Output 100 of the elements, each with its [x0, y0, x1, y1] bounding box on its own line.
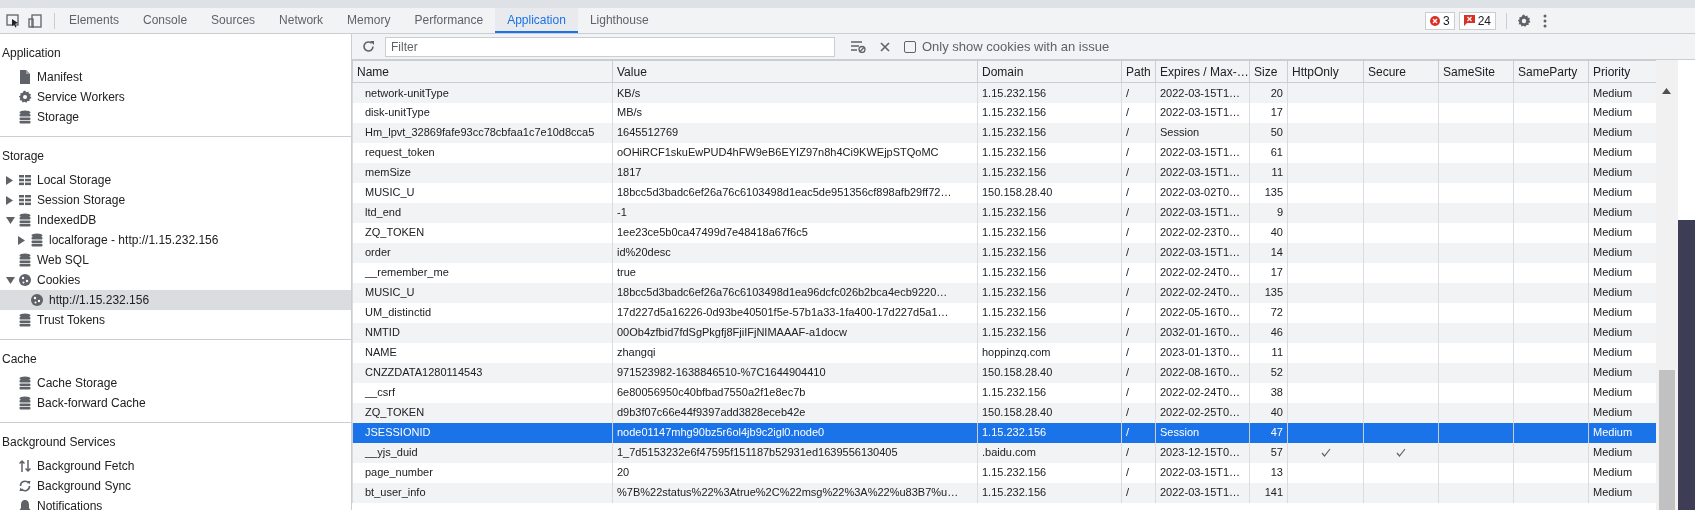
tree-item[interactable]: Manifest: [0, 67, 351, 87]
grid-icon: [18, 173, 32, 187]
table-row[interactable]: request_token oOHiRCF1skuEwPUD4hFW9eB6EYIZ97n8h4Ci9KWEjpSTQoMC 1.15.232.156 / 2022-03-15T1… 61 Medium: [352, 142, 1656, 163]
table-cell: ltd_end: [352, 202, 613, 223]
table-cell: /: [1121, 142, 1156, 163]
more-options-icon[interactable]: [1543, 13, 1547, 28]
tree-item[interactable]: Trust Tokens: [0, 310, 351, 330]
tab[interactable]: Memory: [335, 8, 403, 33]
table-row[interactable]: NMTID 00Ob4zfbid7fdSgPkgfj8FjiIFjNIMAAAF-a1docw 1.15.232.156 / 2032-01-16T0… 46 Medium: [352, 322, 1656, 343]
table-row[interactable]: NAME zhangqi hoppinzq.com / 2023-01-13T0… 11 Medium: [352, 342, 1656, 363]
issues-counter[interactable]: 24: [1458, 11, 1496, 30]
tree-item[interactable]: Session Storage: [0, 190, 351, 210]
tree-item[interactable]: Web SQL: [0, 250, 351, 270]
table-row[interactable]: UM_distinctid 17d227d5a16226-0d93be40501f5e-57b1a33-1fa400-17d227d5a1… 1.15.232.156 / 2022-05-16T0… 72 Medium: [352, 302, 1656, 323]
table-row[interactable]: memSize 1817 1.15.232.156 / 2022-03-15T1… 11 Medium: [352, 162, 1656, 183]
collapsed-triangle-icon[interactable]: [18, 235, 25, 245]
table-cell: 1.15.232.156: [977, 142, 1122, 163]
table-cell: Hm_lpvt_32869fafe93cc78cbfaa1c7e10d8cca5: [352, 122, 613, 143]
table-cell: Session: [1155, 422, 1250, 443]
tree-item[interactable]: Storage: [0, 107, 351, 127]
column-header[interactable]: Value: [612, 60, 978, 83]
tree-item[interactable]: Background Sync: [0, 476, 351, 496]
table-cell: __yjs_duid: [352, 442, 613, 463]
device-toolbar-icon[interactable]: [28, 13, 42, 28]
tab[interactable]: Network: [267, 8, 336, 33]
table-cell: 57: [1249, 442, 1288, 463]
table-cell: zhangqi: [612, 342, 978, 363]
tree-item[interactable]: Back-forward Cache: [0, 393, 351, 413]
scrollbar[interactable]: [1656, 60, 1678, 510]
table-row[interactable]: ZQ_TOKEN 1ee23ce5b0ca47499d7e48418a67f6c5 1.15.232.156 / 2022-02-23T0… 40 Medium: [352, 222, 1656, 243]
table-row[interactable]: CNZZDATA1280114543 971523982-1638846510-%7C1644904410 150.158.28.40 / 2022-08-16T0… 52 Medium: [352, 362, 1656, 383]
inspect-icon[interactable]: [6, 13, 20, 28]
table-row[interactable]: page_number 20 1.15.232.156 / 2022-03-15T1… 13 Medium: [352, 462, 1656, 483]
tree-item[interactable]: Service Workers: [0, 87, 351, 107]
table-row[interactable]: __remember_me true 1.15.232.156 / 2022-02-24T0… 17 Medium: [352, 262, 1656, 283]
filter-field[interactable]: Filter: [385, 36, 835, 57]
tab[interactable]: Lighthouse: [577, 8, 661, 33]
table-row[interactable]: bt_user_info %7B%22status%22%3Atrue%2C%22msg%22%3A%22%u83B7%u… 1.15.232.156 / 2022-03-15T1… 141 Medium: [352, 482, 1656, 503]
tab[interactable]: Elements: [57, 8, 132, 33]
tab[interactable]: Application: [495, 8, 578, 33]
column-header[interactable]: Expires / Max-…: [1155, 60, 1250, 83]
table-row[interactable]: order id%20desc 1.15.232.156 / 2022-03-15T1… 14 Medium: [352, 242, 1656, 263]
tab[interactable]: Sources: [199, 8, 268, 33]
table-cell: 1817: [612, 162, 978, 183]
grid-icon: [18, 193, 32, 207]
table-row[interactable]: disk-unitType MB/s 1.15.232.156 / 2022-03-15T1… 17 Medium: [352, 102, 1656, 123]
column-header[interactable]: Name: [352, 60, 613, 83]
table-cell: 2022-03-15T1…: [1155, 142, 1250, 163]
table-cell: hoppinzq.com: [977, 342, 1122, 363]
error-counter[interactable]: 3: [1424, 11, 1455, 30]
tree-item[interactable]: localforage - http://1.15.232.156: [0, 230, 351, 250]
column-header[interactable]: HttpOnly: [1287, 60, 1364, 83]
tree-item[interactable]: http://1.15.232.156: [0, 290, 351, 310]
tree-item[interactable]: IndexedDB: [0, 210, 351, 230]
collapsed-triangle-icon[interactable]: [6, 195, 13, 205]
tree-item[interactable]: Local Storage: [0, 170, 351, 190]
checkbox[interactable]: [904, 40, 916, 53]
tab[interactable]: Performance: [402, 8, 496, 33]
scrollbar-thumb[interactable]: [1659, 370, 1675, 510]
table-cell: 2023-01-13T0…: [1155, 342, 1250, 363]
expanded-triangle-icon[interactable]: [6, 276, 15, 284]
table-cell: 971523982-1638846510-%7C1644904410: [612, 362, 978, 383]
column-header[interactable]: SameSite: [1438, 60, 1514, 83]
column-header[interactable]: SameParty: [1513, 60, 1589, 83]
database-icon: [18, 376, 32, 390]
table-row[interactable]: ltd_end -1 1.15.232.156 / 2022-03-15T1… 9 Medium: [352, 202, 1656, 223]
settings-icon[interactable]: [1517, 13, 1531, 28]
table-cell: 17: [1249, 262, 1288, 283]
expanded-triangle-icon[interactable]: [6, 216, 15, 224]
database-icon: [18, 213, 32, 227]
table-row[interactable]: __yjs_duid 1_7d5153232e6f47595f151187b52931ed1639556130405 .baidu.com / 2023-12-15T0… 57 Medium: [352, 442, 1656, 463]
section-title: Storage: [1, 148, 46, 165]
column-header[interactable]: Path: [1121, 60, 1156, 83]
table-row[interactable]: MUSIC_U 18bcc5d3badc6ef26a76c6103498d1ea96dcfc026b2bca4ecb9220… 1.15.232.156 / 2022-02-24T0… 135 Medium: [352, 282, 1656, 303]
table-row[interactable]: ZQ_TOKEN d9b3f07c66e44f9397add3828eceb42e 150.158.28.40 / 2022-02-25T0… 40 Medium: [352, 402, 1656, 423]
table-row[interactable]: MUSIC_U 18bcc5d3badc6ef26a76c6103498d1eac5de951356cf898afb29ff72… 150.158.28.40 / 2022-03-02T0… 135 Medium: [352, 182, 1656, 203]
tree-item[interactable]: Notifications: [0, 496, 351, 510]
refresh-icon[interactable]: [362, 40, 375, 53]
table-cell: 1ee23ce5b0ca47499d7e48418a67f6c5: [612, 222, 978, 243]
scroll-up-icon[interactable]: [1662, 88, 1671, 94]
table-cell: %7B%22status%22%3Atrue%2C%22msg%22%3A%22%u83B7%u…: [612, 482, 978, 503]
close-icon[interactable]: [880, 41, 890, 52]
table-row[interactable]: Hm_lpvt_32869fafe93cc78cbfaa1c7e10d8cca5 1645512769 1.15.232.156 / Session 50 Medium: [352, 122, 1656, 143]
table-row[interactable]: network-unitType KB/s 1.15.232.156 / 2022-03-15T1… 20 Medium: [352, 82, 1656, 103]
table-cell: oOHiRCF1skuEwPUD4hFW9eB6EYIZ97n8h4Ci9KWEjpSTQoMC: [612, 142, 978, 163]
table-row[interactable]: __csrf 6e80056950c40bfbad7550a2f1e8ec7b 1.15.232.156 / 2022-02-24T0… 38 Medium: [352, 382, 1656, 403]
tree-item[interactable]: Background Fetch: [0, 456, 351, 476]
table-cell: Session: [1155, 122, 1250, 143]
column-header[interactable]: Size: [1249, 60, 1288, 83]
column-header[interactable]: Secure: [1363, 60, 1439, 83]
table-cell: 2022-02-23T0…: [1155, 222, 1250, 243]
collapsed-triangle-icon[interactable]: [6, 175, 13, 185]
column-header[interactable]: Domain: [977, 60, 1122, 83]
clear-filter-icon[interactable]: [851, 40, 866, 53]
table-cell: 141: [1249, 482, 1288, 503]
tree-item[interactable]: Cache Storage: [0, 373, 351, 393]
tree-item[interactable]: Cookies: [0, 270, 351, 290]
table-row[interactable]: JSESSIONID node01147mhg90bz5r6ol4jb9c2igl0.node0 1.15.232.156 / Session 47 Medium: [352, 422, 1656, 443]
table-cell: 00Ob4zfbid7fdSgPkgfj8FjiIFjNIMAAAF-a1docw: [612, 322, 978, 343]
tab[interactable]: Console: [131, 8, 200, 33]
